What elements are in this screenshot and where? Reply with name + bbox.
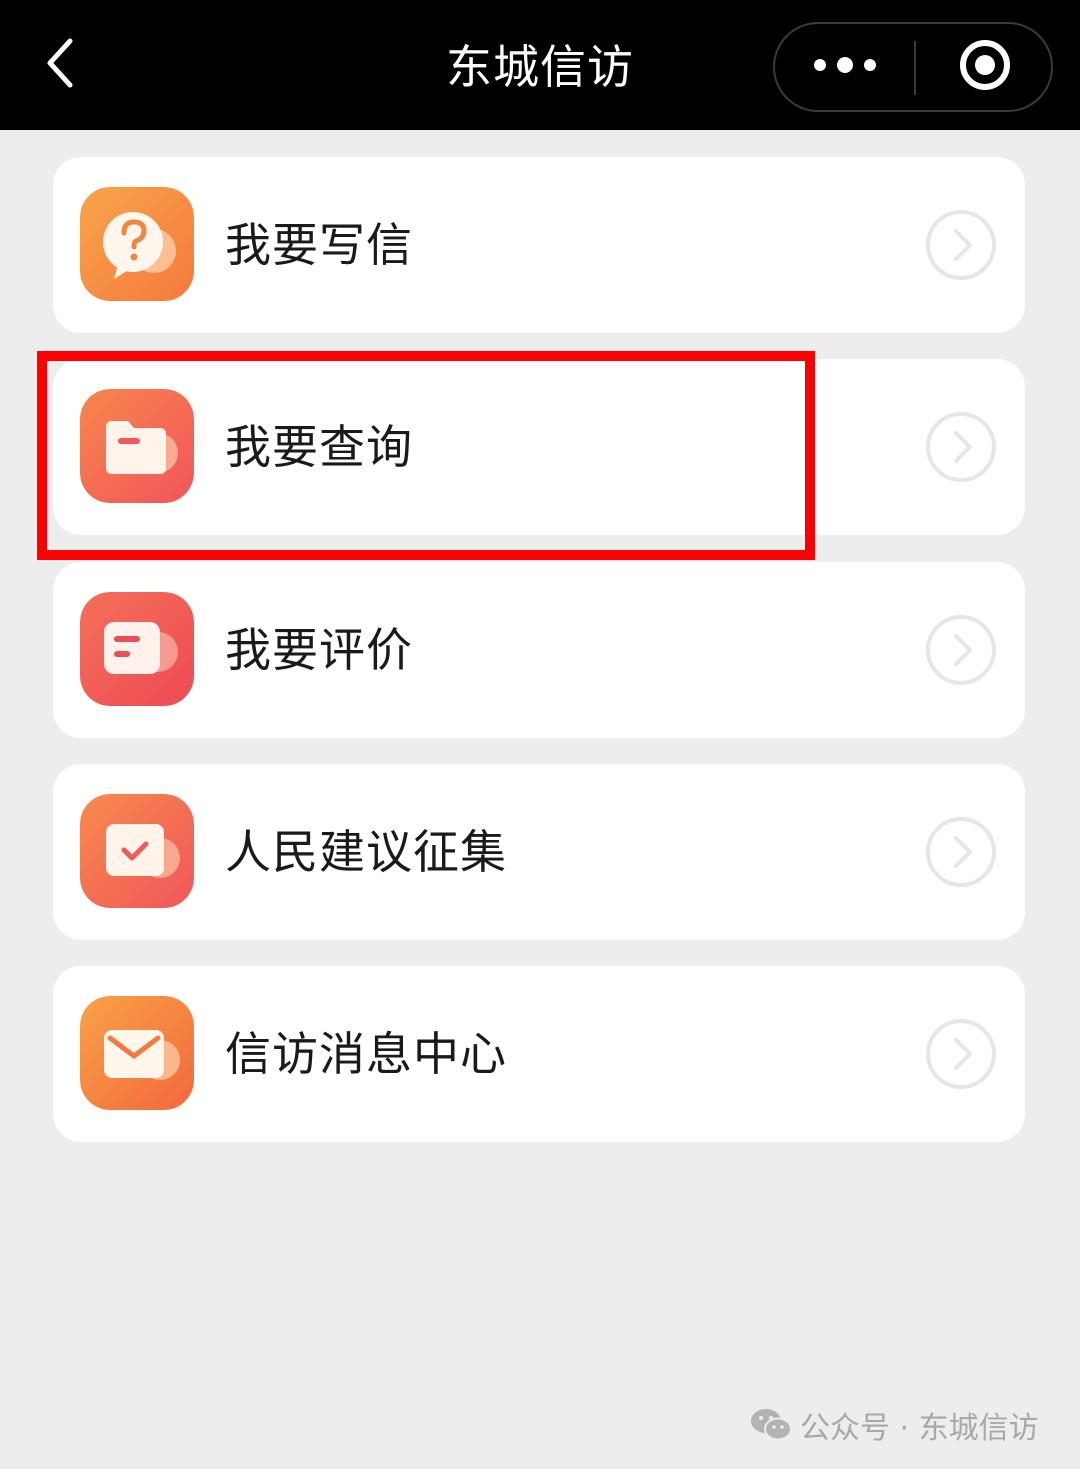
chevron-right-circle-icon <box>925 816 997 888</box>
menu-item-evaluate[interactable]: 我要评价 <box>53 562 1025 738</box>
comment-card-icon <box>80 592 194 706</box>
chevron-right-circle-icon <box>925 1018 997 1090</box>
chevron-left-icon <box>40 33 80 97</box>
checkbox-card-icon <box>80 794 194 908</box>
folder-icon <box>80 389 194 503</box>
envelope-icon <box>80 996 194 1110</box>
menu-item-write-letter[interactable]: 我要写信 <box>53 157 1025 333</box>
watermark-text: 公众号 · 东城信访 <box>800 1411 1039 1446</box>
chevron-right-circle-icon <box>925 209 997 281</box>
more-dots-icon <box>810 53 880 81</box>
chevron-right-circle-icon <box>925 411 997 483</box>
back-button[interactable] <box>30 30 90 100</box>
menu-item-label: 我要写信 <box>225 218 413 272</box>
menu-item-message-center[interactable]: 信访消息中心 <box>53 966 1025 1142</box>
wechat-icon <box>750 1407 792 1443</box>
menu-item-suggestion[interactable]: 人民建议征集 <box>53 764 1025 940</box>
more-button[interactable] <box>775 24 914 110</box>
target-circle-icon <box>957 37 1013 97</box>
menu-item-label: 信访消息中心 <box>225 1027 507 1081</box>
navigation-bar: 东城信访 <box>0 0 1080 130</box>
menu-item-label: 我要评价 <box>225 623 413 677</box>
page-title: 东城信访 <box>446 40 634 94</box>
menu-item-query[interactable]: 我要查询 <box>53 359 1025 535</box>
watermark: 公众号 · 东城信访 <box>750 1400 1039 1450</box>
question-bubble-icon <box>80 187 194 301</box>
close-mini-program-button[interactable] <box>916 24 1053 110</box>
chevron-right-circle-icon <box>925 614 997 686</box>
mini-program-capsule <box>773 22 1053 112</box>
menu-item-label: 我要查询 <box>225 420 413 474</box>
menu-item-label: 人民建议征集 <box>225 825 507 879</box>
